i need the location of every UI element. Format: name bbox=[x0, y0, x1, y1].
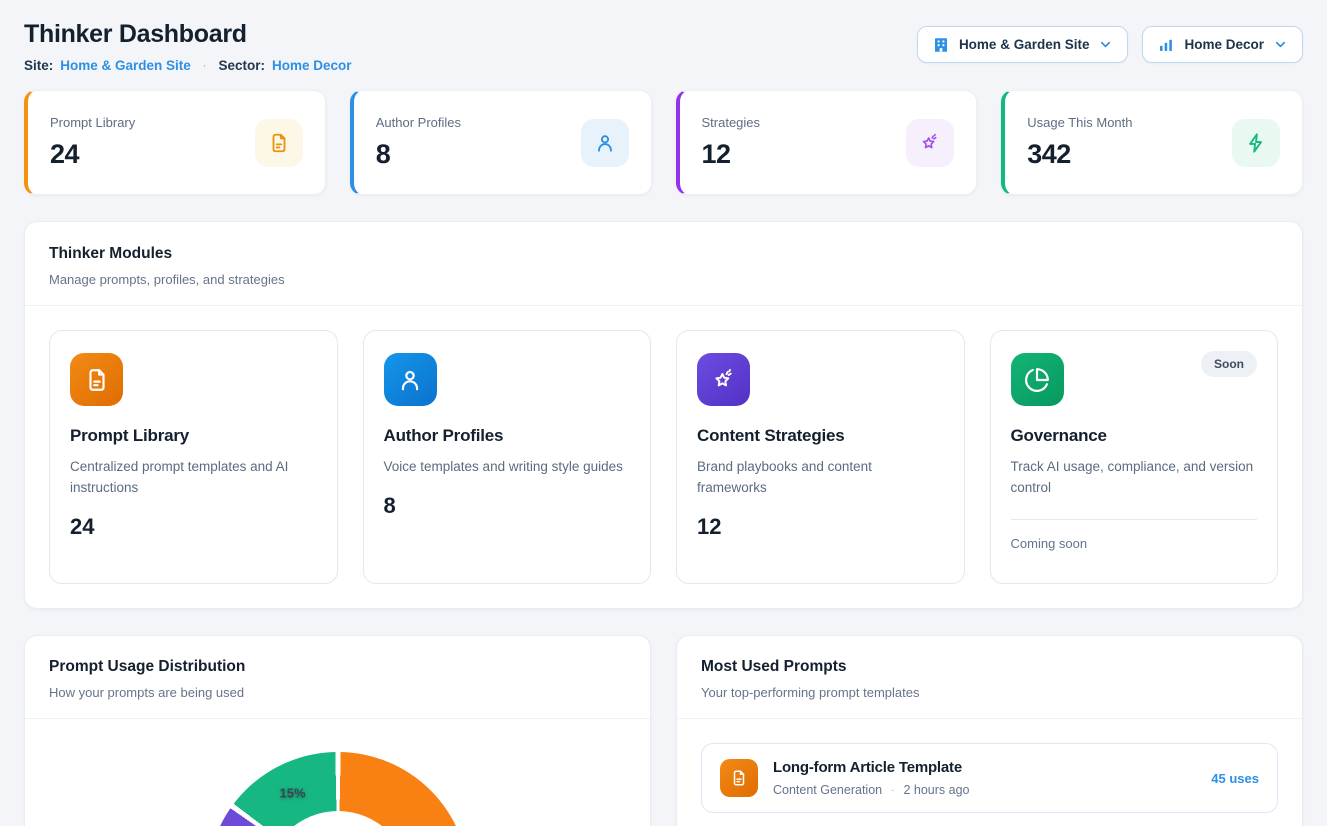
building-icon bbox=[932, 36, 950, 54]
soon-badge: Soon bbox=[1201, 351, 1257, 377]
modules-panel-title: Thinker Modules bbox=[49, 245, 1278, 263]
star-sparkle-icon bbox=[906, 119, 954, 167]
document-icon bbox=[720, 759, 758, 797]
stat-label: Strategies bbox=[702, 115, 761, 130]
stat-value: 342 bbox=[1027, 139, 1132, 170]
chevron-down-icon bbox=[1098, 37, 1113, 52]
stat-value: 8 bbox=[376, 139, 461, 170]
prompts-card-header: Most Used Prompts Your top-performing pr… bbox=[677, 636, 1302, 719]
bar-chart-icon bbox=[1157, 36, 1175, 54]
donut-chart-area: 15% bbox=[25, 752, 650, 826]
dashboard-page: Thinker Dashboard Site: Home & Garden Si… bbox=[0, 0, 1327, 826]
site-selector-label: Home & Garden Site bbox=[959, 37, 1090, 52]
bottom-row: Prompt Usage Distribution How your promp… bbox=[24, 635, 1303, 826]
site-link[interactable]: Home & Garden Site bbox=[60, 58, 191, 73]
donut-chart: 15% bbox=[207, 752, 469, 826]
prompt-time: 2 hours ago bbox=[903, 783, 969, 797]
module-card-governance: Soon Governance Track AI usage, complian… bbox=[990, 330, 1279, 584]
prompt-category: Content Generation bbox=[773, 783, 882, 797]
module-count: 24 bbox=[70, 514, 317, 540]
module-card-author-profiles[interactable]: Author Profiles Voice templates and writ… bbox=[363, 330, 652, 584]
module-description: Brand playbooks and content frameworks bbox=[697, 457, 944, 499]
module-title: Content Strategies bbox=[697, 426, 944, 446]
document-icon bbox=[255, 119, 303, 167]
module-description: Centralized prompt templates and AI inst… bbox=[70, 457, 317, 499]
prompt-title: Long-form Article Template bbox=[773, 759, 1196, 776]
chevron-down-icon bbox=[1273, 37, 1288, 52]
prompt-list-item[interactable]: Long-form Article Template Content Gener… bbox=[701, 743, 1278, 813]
sector-label: Sector: bbox=[218, 58, 265, 73]
module-card-prompt-library[interactable]: Prompt Library Centralized prompt templa… bbox=[49, 330, 338, 584]
thinker-modules-panel: Thinker Modules Manage prompts, profiles… bbox=[24, 221, 1303, 609]
usage-distribution-card: Prompt Usage Distribution How your promp… bbox=[24, 635, 651, 826]
sector-selector-dropdown[interactable]: Home Decor bbox=[1142, 26, 1303, 63]
stat-card-usage: Usage This Month 342 bbox=[1001, 90, 1303, 195]
stat-value: 24 bbox=[50, 139, 135, 170]
stat-card-strategies: Strategies 12 bbox=[676, 90, 978, 195]
header-left: Thinker Dashboard Site: Home & Garden Si… bbox=[24, 20, 352, 73]
donut-segment-label: 15% bbox=[279, 786, 305, 801]
modules-panel-header: Thinker Modules Manage prompts, profiles… bbox=[25, 222, 1302, 306]
lightning-icon bbox=[1232, 119, 1280, 167]
module-description: Voice templates and writing style guides bbox=[384, 457, 631, 478]
star-sparkle-icon bbox=[697, 353, 750, 406]
separator-dot: · bbox=[891, 785, 894, 796]
module-title: Prompt Library bbox=[70, 426, 317, 446]
document-icon bbox=[70, 353, 123, 406]
person-icon bbox=[581, 119, 629, 167]
page-header: Thinker Dashboard Site: Home & Garden Si… bbox=[24, 20, 1303, 73]
prompt-uses-count: 45 uses bbox=[1211, 771, 1259, 786]
stat-label: Prompt Library bbox=[50, 115, 135, 130]
module-card-content-strategies[interactable]: Content Strategies Brand playbooks and c… bbox=[676, 330, 965, 584]
stat-value: 12 bbox=[702, 139, 761, 170]
module-divider bbox=[1011, 519, 1258, 520]
person-icon bbox=[384, 353, 437, 406]
stat-label: Usage This Month bbox=[1027, 115, 1132, 130]
usage-card-subtitle: How your prompts are being used bbox=[49, 685, 626, 700]
modules-panel-subtitle: Manage prompts, profiles, and strategies bbox=[49, 272, 1278, 287]
module-count: 8 bbox=[384, 493, 631, 519]
stat-card-author-profiles: Author Profiles 8 bbox=[350, 90, 652, 195]
site-selector-dropdown[interactable]: Home & Garden Site bbox=[917, 26, 1129, 63]
pie-chart-icon bbox=[1011, 353, 1064, 406]
most-used-prompts-card: Most Used Prompts Your top-performing pr… bbox=[676, 635, 1303, 826]
prompts-card-title: Most Used Prompts bbox=[701, 658, 1278, 676]
page-title: Thinker Dashboard bbox=[24, 20, 352, 49]
modules-grid: Prompt Library Centralized prompt templa… bbox=[25, 306, 1302, 608]
usage-card-title: Prompt Usage Distribution bbox=[49, 658, 626, 676]
module-title: Author Profiles bbox=[384, 426, 631, 446]
module-description: Track AI usage, compliance, and version … bbox=[1011, 457, 1258, 499]
header-selectors: Home & Garden Site Home Decor bbox=[917, 26, 1303, 63]
sector-selector-label: Home Decor bbox=[1184, 37, 1264, 52]
stat-label: Author Profiles bbox=[376, 115, 461, 130]
stats-row: Prompt Library 24 Author Profiles 8 bbox=[24, 90, 1303, 195]
prompts-card-subtitle: Your top-performing prompt templates bbox=[701, 685, 1278, 700]
sector-link[interactable]: Home Decor bbox=[272, 58, 352, 73]
module-title: Governance bbox=[1011, 426, 1258, 446]
usage-card-header: Prompt Usage Distribution How your promp… bbox=[25, 636, 650, 719]
site-label: Site: bbox=[24, 58, 53, 73]
breadcrumb: Site: Home & Garden Site · Sector: Home … bbox=[24, 58, 352, 73]
stat-card-prompt-library: Prompt Library 24 bbox=[24, 90, 326, 195]
separator-dot: · bbox=[198, 60, 212, 72]
coming-soon-text: Coming soon bbox=[1011, 536, 1258, 551]
prompt-list: Long-form Article Template Content Gener… bbox=[677, 719, 1302, 826]
module-count: 12 bbox=[697, 514, 944, 540]
